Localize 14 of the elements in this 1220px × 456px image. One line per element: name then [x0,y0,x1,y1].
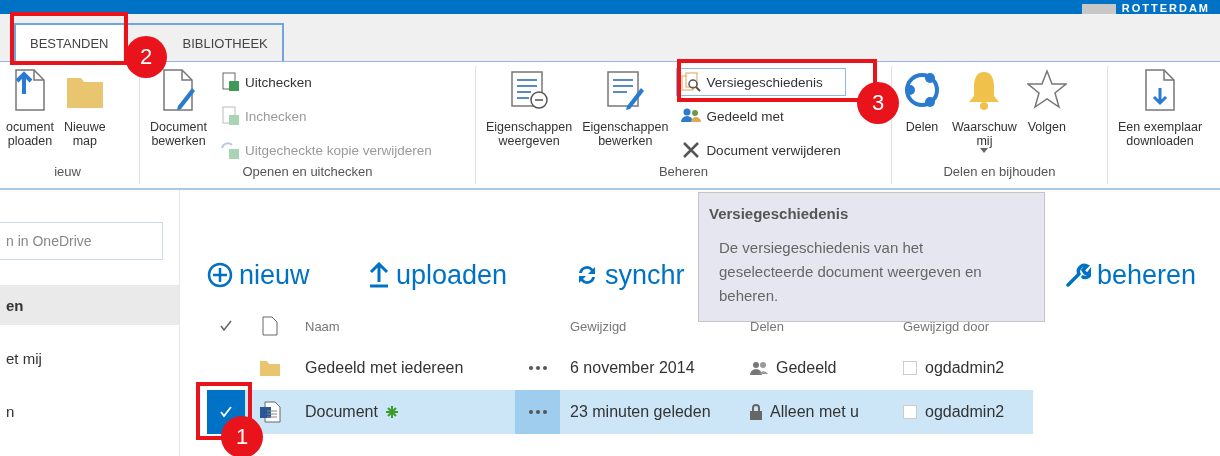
logo-text: ROTTERDAM [1121,2,1210,14]
group-label: ieuw [53,164,82,180]
group-label: Beheren [657,164,710,180]
tooltip-text: De versiegeschiedenis van het geselecteerde document weergeven en beheren. [719,238,983,306]
step-callout: 1 [221,416,263,456]
user-name: ogdadmin2 [925,359,1005,377]
tooltip-title: Versiegeschiedenis [709,205,850,222]
group-label: Openen en uitchecken [241,164,374,180]
table-cell: 23 minuten geleden [560,390,740,434]
table-cell-text: 6 november 2014 [569,358,696,378]
user-name: ogdadmin2 [925,403,1005,421]
sharing-text: Alleen met u [770,403,859,421]
group-label: Delen en bijhouden [942,164,1057,180]
sharing-text: Gedeeld [776,359,837,377]
